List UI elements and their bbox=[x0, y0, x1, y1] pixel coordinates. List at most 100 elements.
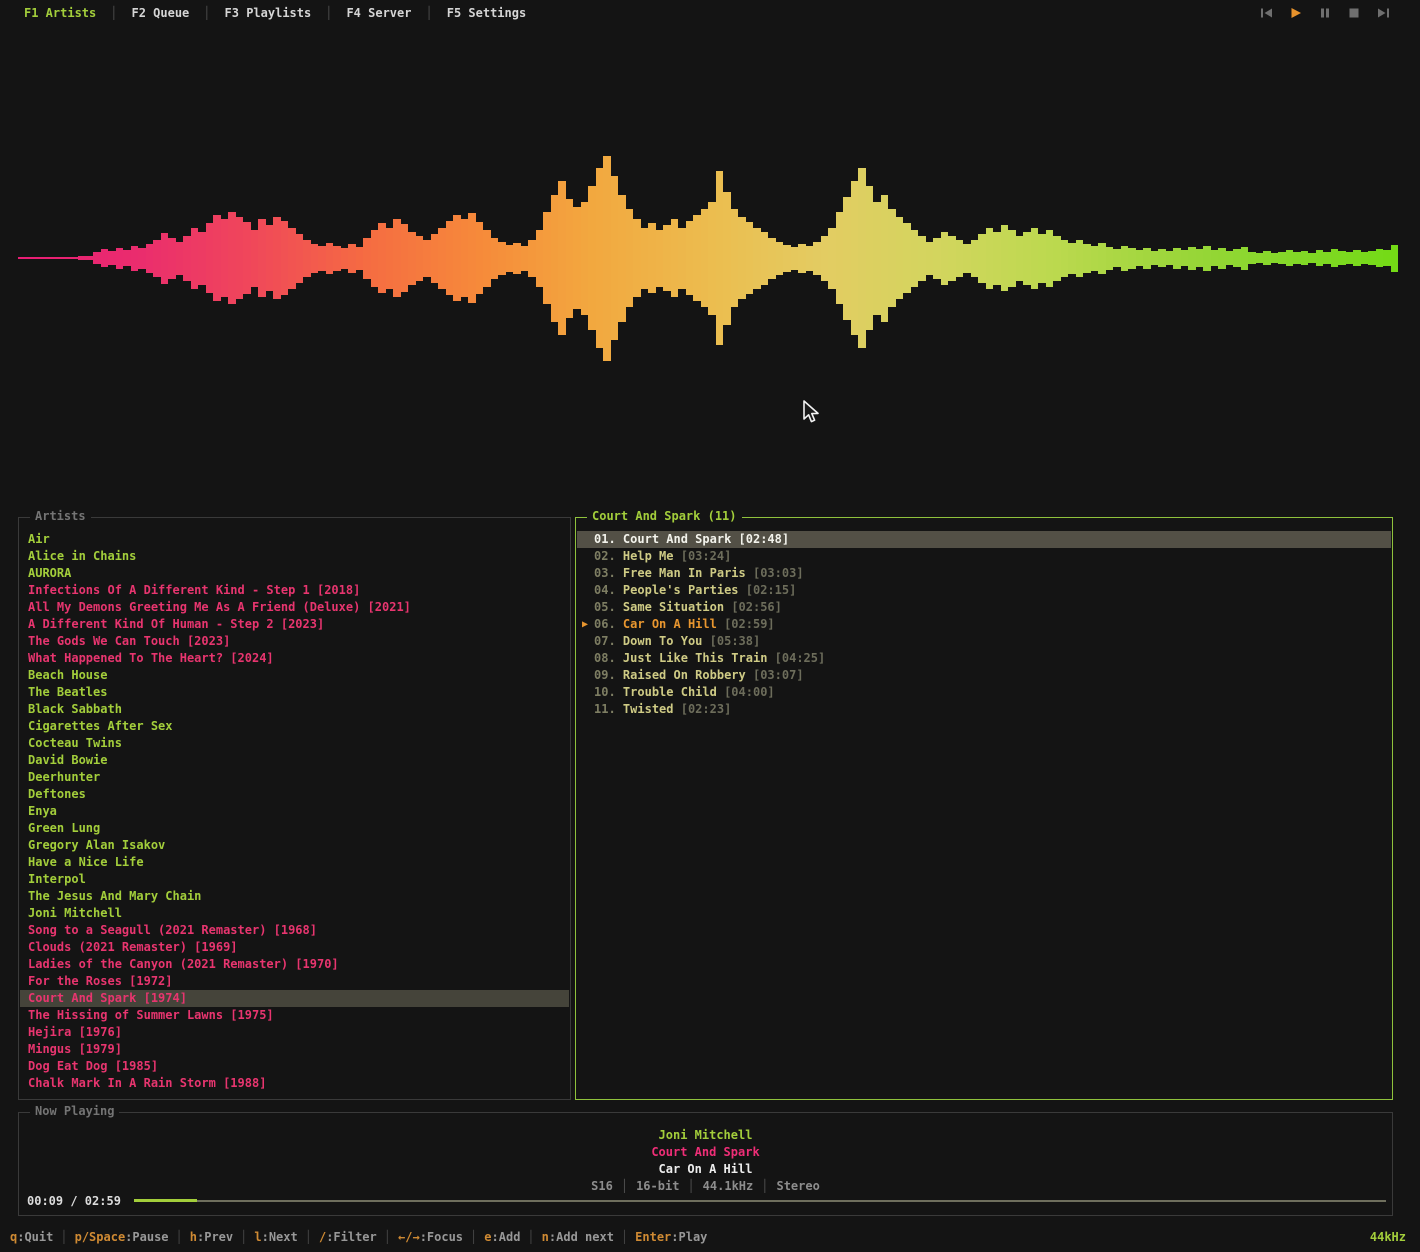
stop-icon[interactable] bbox=[1348, 7, 1360, 19]
track-number: 01. bbox=[594, 532, 616, 546]
artist-item[interactable]: AURORA bbox=[20, 565, 569, 582]
waveform-bar bbox=[843, 197, 851, 320]
artist-item[interactable]: Black Sabbath bbox=[20, 701, 569, 718]
album-item[interactable]: Song to a Seagull (2021 Remaster) [1968] bbox=[20, 922, 569, 939]
shortcut-separator: │ bbox=[527, 1230, 534, 1244]
waveform-bar bbox=[1091, 246, 1099, 271]
track-number: 11. bbox=[594, 702, 616, 716]
artist-item[interactable]: Deerhunter bbox=[20, 769, 569, 786]
track-row[interactable]: 09. Raised On Robbery [03:07] bbox=[577, 667, 1391, 684]
waveform-bar bbox=[461, 219, 469, 297]
album-item[interactable]: Clouds (2021 Remaster) [1969] bbox=[20, 939, 569, 956]
skip-forward-icon[interactable] bbox=[1377, 7, 1390, 19]
track-row[interactable]: 08. Just Like This Train [04:25] bbox=[577, 650, 1391, 667]
album-item[interactable]: Mingus [1979] bbox=[20, 1041, 569, 1058]
waveform-bar bbox=[618, 195, 626, 322]
track-row[interactable]: 05. Same Situation [02:56] bbox=[577, 599, 1391, 616]
tab-settings[interactable]: F5 Settings bbox=[447, 6, 526, 20]
track-row[interactable]: 10. Trouble Child [04:00] bbox=[577, 684, 1391, 701]
waveform-bar bbox=[806, 246, 814, 271]
shortcut-filter[interactable]: /:Filter bbox=[319, 1230, 377, 1244]
waveform-bar bbox=[941, 232, 949, 285]
artist-item[interactable]: Air bbox=[20, 531, 569, 548]
album-item[interactable]: All My Demons Greeting Me As A Friend (D… bbox=[20, 599, 569, 616]
waveform-bar bbox=[393, 219, 401, 297]
track-row[interactable]: 01. Court And Spark [02:48] bbox=[577, 531, 1391, 548]
waveform-bar bbox=[753, 228, 761, 289]
track-duration: [02:56] bbox=[731, 600, 782, 614]
waveform-bar bbox=[1353, 250, 1361, 266]
album-item[interactable]: Court And Spark [1974] bbox=[20, 990, 569, 1007]
artist-item[interactable]: The Beatles bbox=[20, 684, 569, 701]
waveform-bar bbox=[1008, 230, 1016, 287]
artist-item[interactable]: Enya bbox=[20, 803, 569, 820]
shortcut-prev[interactable]: h:Prev bbox=[190, 1230, 233, 1244]
track-row[interactable]: 04. People's Parties [02:15] bbox=[577, 582, 1391, 599]
tab-server[interactable]: F4 Server bbox=[346, 6, 411, 20]
waveform-bar bbox=[746, 222, 754, 294]
track-row[interactable]: 07. Down To You [05:38] bbox=[577, 633, 1391, 650]
waveform-bar bbox=[1046, 230, 1054, 287]
waveform-bar bbox=[716, 171, 724, 345]
now-playing-arrow-icon: ▶ bbox=[582, 616, 588, 633]
shortcut-play[interactable]: Enter:Play bbox=[635, 1230, 707, 1244]
artist-item[interactable]: David Bowie bbox=[20, 752, 569, 769]
shortcut-next[interactable]: l:Next bbox=[254, 1230, 297, 1244]
album-item[interactable]: The Hissing of Summer Lawns [1975] bbox=[20, 1007, 569, 1024]
tab-separator: │ bbox=[425, 6, 432, 20]
artist-item[interactable]: Have a Nice Life bbox=[20, 854, 569, 871]
shortcut-quit[interactable]: q:Quit bbox=[10, 1230, 53, 1244]
elapsed-duration-time: 00:09 / 02:59 bbox=[27, 1194, 121, 1208]
waveform-bar bbox=[378, 223, 386, 293]
waveform-bar bbox=[551, 195, 559, 322]
artist-item[interactable]: Beach House bbox=[20, 667, 569, 684]
skip-back-icon[interactable] bbox=[1260, 7, 1273, 19]
artist-item[interactable]: Alice in Chains bbox=[20, 548, 569, 565]
waveform-bar bbox=[243, 222, 251, 294]
play-icon[interactable] bbox=[1290, 7, 1302, 19]
artist-item[interactable]: The Jesus And Mary Chain bbox=[20, 888, 569, 905]
tab-playlists[interactable]: F3 Playlists bbox=[225, 6, 312, 20]
pause-icon[interactable] bbox=[1319, 7, 1331, 19]
waveform-bar bbox=[1001, 225, 1009, 291]
album-item[interactable]: A Different Kind Of Human - Step 2 [2023… bbox=[20, 616, 569, 633]
tab-artists[interactable]: F1 Artists bbox=[24, 6, 96, 20]
tab-queue[interactable]: F2 Queue bbox=[131, 6, 189, 20]
artist-item[interactable]: Green Lung bbox=[20, 820, 569, 837]
artist-item[interactable]: Cigarettes After Sex bbox=[20, 718, 569, 735]
waveform-bar bbox=[266, 225, 274, 291]
artist-item[interactable]: Deftones bbox=[20, 786, 569, 803]
shortcut-add-next[interactable]: n:Add next bbox=[542, 1230, 614, 1244]
album-item[interactable]: Ladies of the Canyon (2021 Remaster) [19… bbox=[20, 956, 569, 973]
album-item[interactable]: The Gods We Can Touch [2023] bbox=[20, 633, 569, 650]
track-row[interactable]: ▶06. Car On A Hill [02:59] bbox=[577, 616, 1391, 633]
track-title: People's Parties bbox=[623, 583, 739, 597]
album-item[interactable]: What Happened To The Heart? [2024] bbox=[20, 650, 569, 667]
album-item[interactable]: For the Roses [1972] bbox=[20, 973, 569, 990]
track-row[interactable]: 03. Free Man In Paris [03:03] bbox=[577, 565, 1391, 582]
artist-item[interactable]: Interpol bbox=[20, 871, 569, 888]
shortcut-pause[interactable]: p/Space:Pause bbox=[75, 1230, 169, 1244]
waveform-bar bbox=[318, 246, 326, 271]
progress-bar[interactable] bbox=[134, 1199, 1386, 1202]
waveform-bar bbox=[1308, 253, 1316, 263]
track-row[interactable]: 02. Help Me [03:24] bbox=[577, 548, 1391, 565]
artist-item[interactable]: Gregory Alan Isakov bbox=[20, 837, 569, 854]
shortcut-focus[interactable]: ←/→:Focus bbox=[398, 1230, 463, 1244]
track-number: 10. bbox=[594, 685, 616, 699]
track-title: Same Situation bbox=[623, 600, 724, 614]
artist-item[interactable]: Cocteau Twins bbox=[20, 735, 569, 752]
album-item[interactable]: Infections Of A Different Kind - Step 1 … bbox=[20, 582, 569, 599]
album-item[interactable]: Hejira [1976] bbox=[20, 1024, 569, 1041]
waveform-bar bbox=[978, 234, 986, 283]
waveform-bar bbox=[1211, 250, 1219, 266]
track-row[interactable]: 11. Twisted [02:23] bbox=[577, 701, 1391, 718]
waveform-bar bbox=[783, 245, 791, 272]
waveform-bar bbox=[791, 247, 799, 270]
album-item[interactable]: Chalk Mark In A Rain Storm [1988] bbox=[20, 1075, 569, 1092]
waveform-bar bbox=[56, 257, 64, 259]
artist-item[interactable]: Joni Mitchell bbox=[20, 905, 569, 922]
album-item[interactable]: Dog Eat Dog [1985] bbox=[20, 1058, 569, 1075]
track-duration: [03:24] bbox=[681, 549, 732, 563]
shortcut-add[interactable]: e:Add bbox=[484, 1230, 520, 1244]
